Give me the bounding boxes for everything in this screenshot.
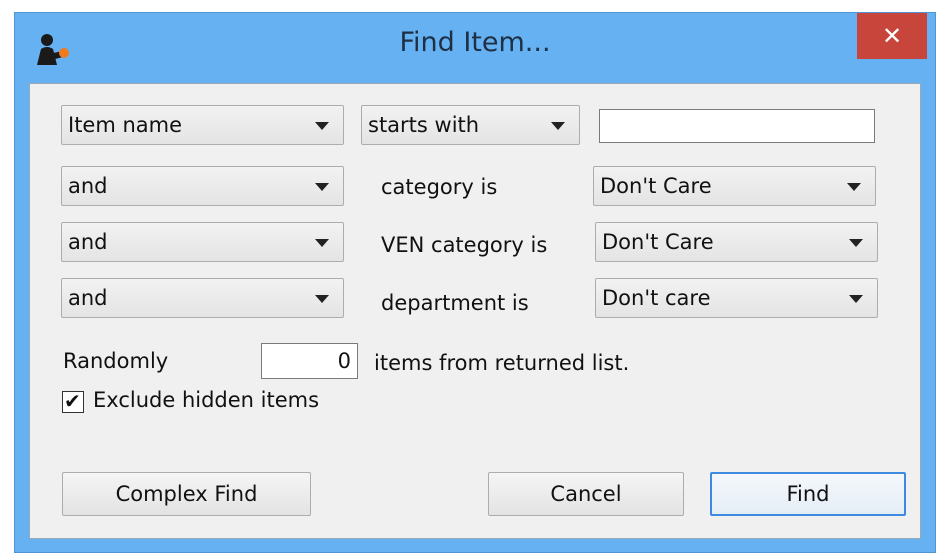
find-button[interactable]: Find [710,472,906,516]
operator-select[interactable]: starts with [361,105,580,145]
department-select[interactable]: Don't care [595,278,878,318]
exclude-hidden-checkbox[interactable]: ✔ [62,389,84,413]
chevron-down-icon [315,122,329,130]
chevron-down-icon [315,183,329,191]
dialog-body: Item name starts with and category is Do… [29,83,921,539]
chevron-down-icon [849,295,863,303]
chevron-down-icon [315,239,329,247]
window-title: Find Item... [399,27,551,58]
conjunction-select-3[interactable]: and [61,278,344,318]
random-suffix-label: items from returned list. [374,351,630,375]
category-label: category is [381,175,498,199]
department-select-value: Don't care [602,286,711,310]
chevron-down-icon [315,295,329,303]
chevron-down-icon [847,183,861,191]
checkmark-icon: ✔ [64,389,81,413]
search-value-input[interactable] [599,109,875,143]
exclude-hidden-label[interactable]: Exclude hidden items [93,388,319,412]
conjunction-select-1[interactable]: and [61,166,344,206]
find-item-window: Find Item... ✕ Item name starts with and… [14,12,936,553]
chevron-down-icon [849,239,863,247]
close-button[interactable]: ✕ [857,13,927,59]
close-icon: ✕ [881,22,903,50]
conjunction-value: and [68,174,108,198]
field-select[interactable]: Item name [61,105,344,145]
operator-select-value: starts with [368,113,480,137]
cancel-button[interactable]: Cancel [488,472,684,516]
randomly-label: Randomly [63,349,169,373]
complex-find-button[interactable]: Complex Find [62,472,311,516]
titlebar[interactable]: Find Item... ✕ [15,13,935,83]
ven-category-select-value: Don't Care [602,230,714,254]
conjunction-value: and [68,286,108,310]
random-count-value: 0 [337,349,351,373]
ven-category-label: VEN category is [381,233,548,257]
field-select-value: Item name [68,113,183,137]
category-select[interactable]: Don't Care [593,166,876,206]
ven-category-select[interactable]: Don't Care [595,222,878,262]
conjunction-select-2[interactable]: and [61,222,344,262]
random-count-input[interactable]: 0 [261,343,358,379]
category-select-value: Don't Care [600,174,712,198]
conjunction-value: and [68,230,108,254]
department-label: department is [381,291,529,315]
chevron-down-icon [551,122,565,130]
